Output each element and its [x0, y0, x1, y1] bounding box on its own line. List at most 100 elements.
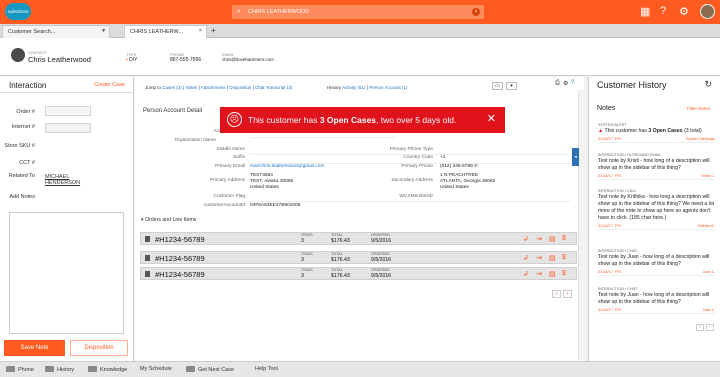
divider [250, 154, 570, 155]
utility-bar: Phone History Knowledge My Schedule Get … [0, 361, 720, 377]
dollar-icon[interactable]: $ [562, 254, 566, 261]
phone-value[interactable]: 867-555-7656 [170, 57, 201, 63]
jump-link-cases[interactable]: Cases (3) [162, 85, 182, 90]
return-icon[interactable]: ↲ [523, 270, 529, 278]
scrollbar[interactable] [578, 90, 584, 360]
comment-icon[interactable]: ▭ [492, 82, 503, 90]
note-kind: SYSTEM ALERT [598, 123, 627, 127]
add-notes-label: Add Notes [9, 194, 35, 200]
dropdown-icon[interactable]: ▾ [506, 82, 517, 90]
global-search[interactable]: ⌕ CHRIS LEATHERWOOD × [232, 5, 484, 19]
note-item[interactable]: INTERACTION • CALL Test note by Krithika… [598, 189, 715, 230]
primary-phone-type-label: Primary Phone Type [389, 147, 433, 152]
order-icon [145, 255, 150, 261]
utility-history[interactable]: History [45, 366, 74, 373]
country-code-value: +1 [440, 155, 446, 160]
order-row[interactable]: #H1234-56789 ITEMS 3 TOTAL $176.43 ORDER… [140, 267, 577, 280]
utility-phone[interactable]: Phone [6, 366, 34, 373]
prev-page-button[interactable]: ‹ [696, 324, 704, 331]
print-icon[interactable]: ⎙ [555, 80, 560, 87]
related-value[interactable]: MICHAEL HENDERSON [45, 174, 95, 186]
close-icon[interactable]: ✕ [487, 112, 496, 125]
receipt-icon[interactable]: ▤ [549, 270, 556, 278]
jump-to-nav: Jump to Cases (3) | Notes | Attachments … [145, 85, 293, 90]
history-link-activity[interactable]: Activity (51) [342, 85, 366, 90]
note-footer: 01/18/17 FRI Krithika B. [598, 224, 715, 230]
tab-label: CHRIS LEATHERW... [130, 29, 183, 35]
order-input[interactable] [45, 106, 91, 116]
order-number[interactable]: #H1234-56789 [155, 235, 205, 244]
app-launcher-icon[interactable]: ▦ [640, 5, 650, 18]
customer-account-id-value: 03F6A53EE47B901005 [250, 203, 301, 208]
order-row[interactable]: #H1234-56789 ITEMS 3 TOTAL $176.43 ORDER… [140, 251, 577, 264]
next-case-icon [186, 366, 195, 372]
filter-notes-link[interactable]: Filter Notes [687, 106, 710, 111]
orders-section-header[interactable]: ▾ Orders and Line Items [141, 217, 196, 223]
note-item[interactable]: INTERACTION • CHAT Test note by Juan - h… [598, 249, 715, 276]
items-value: 3 [301, 238, 304, 244]
note-item[interactable]: INTERACTION • CHAT Test note by Juan - h… [598, 287, 715, 314]
clear-search-icon[interactable]: × [472, 8, 480, 16]
utility-my-schedule[interactable]: My Schedule [140, 366, 172, 372]
primary-email-value[interactable]: mail:chris.leatherwood@gmail.com [250, 164, 324, 170]
primary-email-label: Primary Email [215, 164, 245, 169]
section-title: Person Account Detail [143, 108, 203, 114]
add-tab-icon[interactable]: + [211, 26, 216, 35]
export-icon[interactable]: ⇥ [536, 270, 542, 278]
note-item[interactable]: SYSTEM ALERT ▲ This customer has 3 Open … [598, 123, 715, 143]
expand-sidebar-icon[interactable]: ◂ [572, 148, 579, 166]
note-text: ▲ This customer has 3 Open Cases (3 tota… [598, 128, 702, 134]
search-input[interactable]: CHRIS LEATHERWOOD [248, 9, 309, 15]
close-icon[interactable]: × [199, 28, 202, 34]
history-title: Customer History [597, 80, 667, 90]
user-avatar[interactable] [700, 4, 715, 19]
notes-textarea[interactable] [9, 212, 124, 334]
ordered-label: ORDERED [371, 268, 390, 272]
internet-input[interactable] [45, 123, 91, 133]
history-label: History [327, 85, 342, 90]
gear-icon[interactable]: ⚙ [679, 5, 689, 18]
note-kind: INTERACTION • CHAT [598, 287, 638, 291]
help-icon[interactable]: ? [571, 80, 574, 86]
disposition-button[interactable]: Disposition [70, 340, 128, 356]
utility-get-next-case[interactable]: Get Next Case [186, 366, 234, 373]
order-number[interactable]: #H1234-56789 [155, 254, 205, 263]
utility-knowledge[interactable]: Knowledge [88, 366, 127, 373]
help-icon[interactable]: ? [660, 5, 666, 17]
history-nav: History Activity (51) | Person Account (… [327, 85, 408, 90]
store-sku-label: Store SKU # [4, 143, 35, 149]
utility-help-tool[interactable]: Help Tool [255, 366, 278, 372]
primary-address-line3: United States [250, 185, 279, 190]
salesforce-logo[interactable]: salesforce [5, 3, 31, 20]
order-number[interactable]: #H1234-56789 [155, 270, 205, 279]
next-page-button[interactable]: › [706, 324, 714, 331]
next-page-button[interactable]: › [563, 290, 572, 298]
jump-link-chat-transcript[interactable]: Chat Transcript (3) [255, 85, 292, 90]
note-item[interactable]: INTERACTION • OUTBOUND EMAIL Test note b… [598, 153, 715, 180]
warning-icon: ▲ [598, 128, 604, 134]
receipt-icon[interactable]: ▤ [549, 254, 556, 262]
tab-customer-search[interactable]: Customer Search... ▾ [2, 25, 110, 38]
export-icon[interactable]: ⇥ [536, 254, 542, 262]
refresh-icon[interactable]: ↻ [704, 79, 712, 90]
jump-to-label: Jump to [145, 85, 162, 90]
jump-link-attachments[interactable]: Attachments [201, 85, 226, 90]
export-icon[interactable]: ⇥ [536, 235, 542, 243]
order-row[interactable]: #H1234-56789 ITEMS 3 TOTAL $176.43 ORDER… [140, 232, 577, 245]
dollar-icon[interactable]: $ [562, 270, 566, 277]
create-case-link[interactable]: Create Case [94, 82, 125, 88]
suffix-label: Suffix [233, 155, 245, 160]
prev-page-button[interactable]: ‹ [552, 290, 561, 298]
history-link-person-account[interactable]: Person Account (1) [369, 85, 407, 90]
tools-icon[interactable]: ⚙ [563, 80, 568, 87]
return-icon[interactable]: ↲ [523, 254, 529, 262]
tab-chris-leatherwood[interactable]: CHRIS LEATHERW... × [124, 25, 207, 38]
jump-link-disposition[interactable]: Disposition [229, 85, 251, 90]
receipt-icon[interactable]: ▤ [549, 235, 556, 243]
save-note-button[interactable]: Save Note [4, 340, 65, 356]
jump-link-notes[interactable]: Notes [185, 85, 197, 90]
return-icon[interactable]: ↲ [523, 235, 529, 243]
dollar-icon[interactable]: $ [562, 235, 566, 242]
email-value[interactable]: chris@ilovehammers.com [222, 57, 274, 62]
chevron-down-icon[interactable]: ▾ [102, 28, 105, 34]
